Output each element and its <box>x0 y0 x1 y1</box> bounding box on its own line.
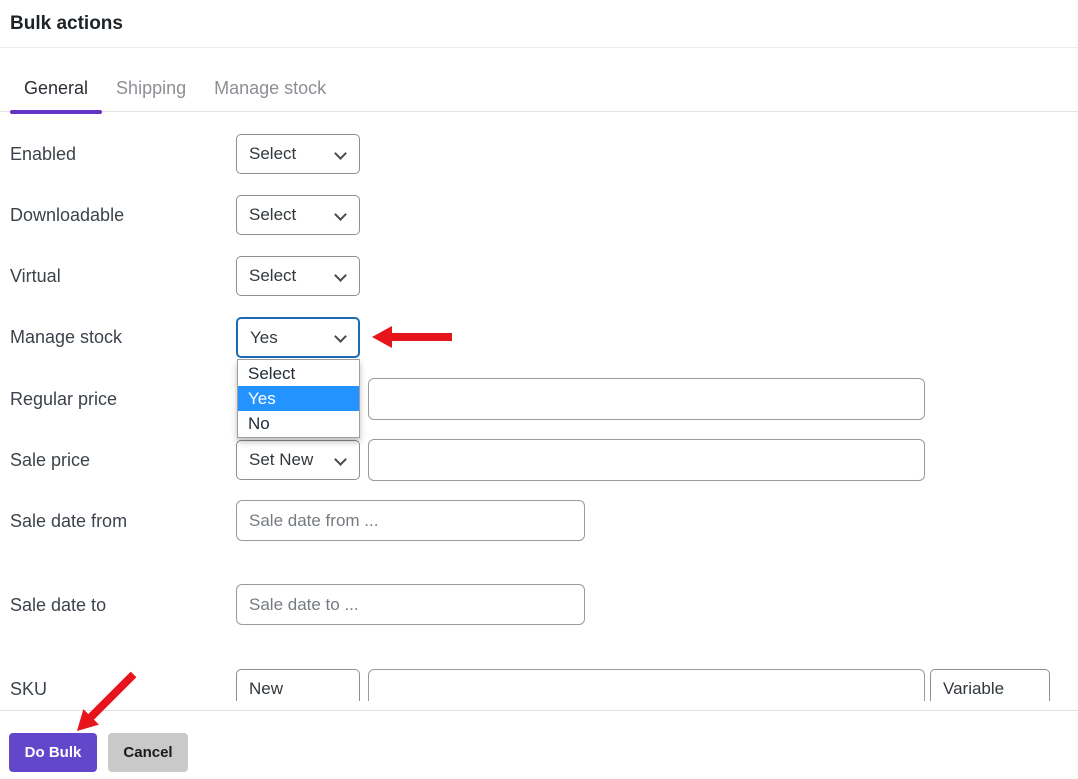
tab-manage-stock-label: Manage stock <box>214 78 327 98</box>
sale-date-from-label: Sale date from <box>10 511 128 531</box>
arrow-shaft <box>388 333 452 341</box>
sku-input[interactable] <box>368 669 925 701</box>
cancel-button[interactable]: Cancel <box>108 733 188 772</box>
dropdown-option-no[interactable]: No <box>238 411 359 436</box>
sale-date-to-input[interactable] <box>236 584 585 625</box>
tab-shipping[interactable]: Shipping <box>102 70 200 112</box>
header-divider <box>0 47 1078 48</box>
do-bulk-button[interactable]: Do Bulk <box>9 733 97 772</box>
manage-stock-dropdown: Select Yes No <box>237 359 360 438</box>
chevron-down-icon <box>334 147 347 160</box>
red-arrow-icon-manage-stock <box>372 326 454 348</box>
downloadable-select-value: Select <box>249 205 297 224</box>
form-scroll-area: Enabled Select Downloadable Select Virtu… <box>0 113 1078 701</box>
regular-price-input[interactable] <box>368 378 925 420</box>
dropdown-option-select[interactable]: Select <box>238 361 359 386</box>
manage-stock-select-value: Yes <box>250 327 278 347</box>
downloadable-label: Downloadable <box>10 205 125 225</box>
virtual-select-value: Select <box>249 266 297 285</box>
downloadable-select[interactable]: Select <box>236 195 360 235</box>
page-title: Bulk actions <box>10 13 123 34</box>
tab-manage-stock[interactable]: Manage stock <box>200 70 340 112</box>
sku-mode-select[interactable]: New <box>236 669 360 701</box>
sku-variable-value: Variable <box>943 679 1005 698</box>
manage-stock-select[interactable]: Yes <box>236 317 360 358</box>
tab-shipping-label: Shipping <box>116 78 187 98</box>
enabled-label: Enabled <box>10 144 77 164</box>
tab-general-label: General <box>24 78 89 98</box>
bulk-actions-modal: Bulk actions General Shipping Manage sto… <box>0 0 1078 779</box>
virtual-label: Virtual <box>10 266 61 286</box>
sale-date-from-input[interactable] <box>236 500 585 541</box>
chevron-down-icon <box>334 208 347 221</box>
virtual-select[interactable]: Select <box>236 256 360 296</box>
sale-price-select-value: Set New <box>249 450 314 469</box>
enabled-select-value: Select <box>249 144 297 163</box>
sku-label: SKU <box>10 679 48 699</box>
chevron-down-icon <box>334 269 347 282</box>
footer-divider <box>0 710 1078 711</box>
chevron-down-icon <box>334 330 347 343</box>
tabs-bar: General Shipping Manage stock <box>0 70 1078 114</box>
sku-mode-select-value: New <box>249 679 284 698</box>
sale-price-input[interactable] <box>368 439 925 481</box>
sale-price-label: Sale price <box>10 450 91 470</box>
manage-stock-label: Manage stock <box>10 327 123 347</box>
dropdown-option-yes[interactable]: Yes <box>238 386 359 411</box>
sku-variable-select[interactable]: Variable <box>930 669 1050 701</box>
sale-price-select[interactable]: Set New <box>236 440 360 480</box>
chevron-down-icon <box>334 453 347 466</box>
sale-date-to-label: Sale date to <box>10 595 107 615</box>
tab-general[interactable]: General <box>10 70 103 114</box>
enabled-select[interactable]: Select <box>236 134 360 174</box>
regular-price-label: Regular price <box>10 389 118 409</box>
